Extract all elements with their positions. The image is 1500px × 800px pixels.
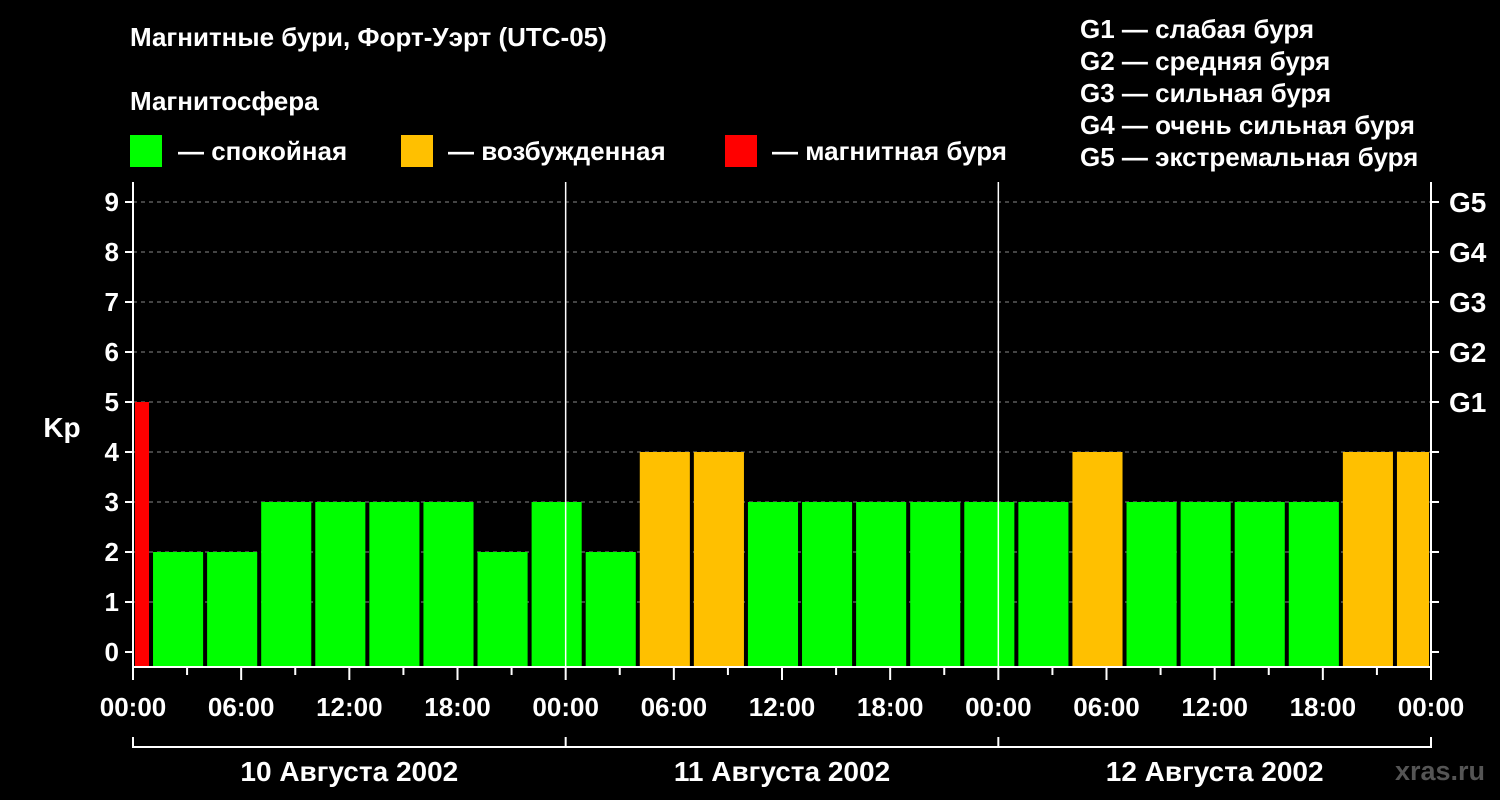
kp-bar — [369, 502, 420, 667]
x-tick-label: 18:00 — [857, 692, 924, 722]
kp-bar — [585, 552, 636, 667]
x-tick-label: 12:00 — [316, 692, 383, 722]
kp-bar — [135, 402, 150, 667]
kp-bar — [1234, 502, 1285, 667]
y-tick-label: 0 — [105, 637, 119, 667]
y-tick-label: 1 — [105, 587, 119, 617]
kp-bar — [639, 452, 690, 667]
kp-bar — [693, 452, 744, 667]
x-tick-label: 12:00 — [1181, 692, 1248, 722]
kp-bar — [1072, 452, 1123, 667]
x-tick-label: 18:00 — [1290, 692, 1357, 722]
kp-bar — [477, 552, 528, 667]
x-tick-label: 06:00 — [1073, 692, 1140, 722]
y-tick-label: 7 — [105, 287, 119, 317]
kp-bar — [1180, 502, 1231, 667]
kp-bar — [747, 502, 799, 667]
y-tick-label: 6 — [105, 337, 119, 367]
y-tick-label: 5 — [105, 387, 119, 417]
x-tick-label: 00:00 — [100, 692, 167, 722]
day-label: 10 Августа 2002 — [240, 756, 458, 787]
g-scale-label: G3 — [1449, 287, 1486, 318]
kp-bar — [1396, 452, 1429, 667]
kp-bar — [802, 502, 853, 667]
kp-bar — [315, 502, 366, 667]
x-tick-label: 06:00 — [208, 692, 275, 722]
g-scale-label: G5 — [1449, 187, 1486, 218]
y-tick-label: 3 — [105, 487, 119, 517]
kp-bar — [1342, 452, 1393, 667]
day-label: 11 Августа 2002 — [674, 756, 890, 787]
g-scale-label: G4 — [1449, 237, 1487, 268]
kp-bar — [1288, 502, 1339, 667]
kp-bar — [1018, 502, 1069, 667]
day-label: 12 Августа 2002 — [1106, 756, 1324, 787]
g-scale-label: G1 — [1449, 387, 1486, 418]
kp-bar — [531, 502, 582, 667]
x-tick-label: 12:00 — [749, 692, 816, 722]
x-tick-label: 00:00 — [532, 692, 599, 722]
kp-bar — [964, 502, 1015, 667]
y-tick-label: 4 — [105, 437, 120, 467]
kp-bar — [1126, 502, 1177, 667]
x-tick-label: 06:00 — [641, 692, 708, 722]
y-axis-label: Kp — [43, 412, 80, 443]
y-tick-label: 9 — [105, 187, 119, 217]
watermark: xras.ru — [1395, 756, 1485, 786]
x-tick-label: 00:00 — [1398, 692, 1465, 722]
kp-bar — [423, 502, 474, 667]
kp-bar-chart: 0 1 2 3 4 5 6 7 8 9 Kp G1 G2 G3 G4 G5 00:00 06:00 12:00 18:… — [43, 182, 1487, 787]
kp-bar — [153, 552, 204, 667]
kp-bar — [261, 502, 312, 667]
g-scale-label: G2 — [1449, 337, 1486, 368]
y-tick-label: 8 — [105, 237, 119, 267]
x-tick-label: 18:00 — [424, 692, 491, 722]
kp-bar — [856, 502, 907, 667]
kp-bar — [207, 552, 258, 667]
y-tick-label: 2 — [105, 537, 119, 567]
kp-bar — [910, 502, 961, 667]
x-tick-label: 00:00 — [965, 692, 1032, 722]
